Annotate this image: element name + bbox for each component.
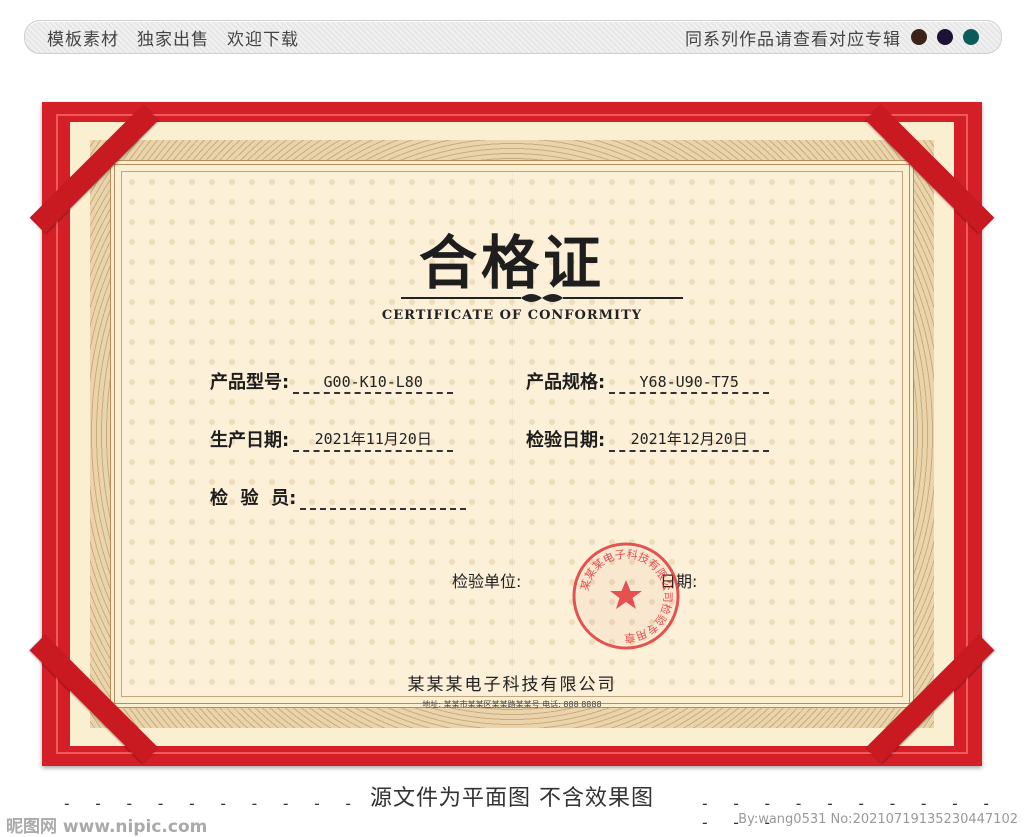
production-date-label: 生产日期: [210, 430, 290, 451]
field-spec: 产品规格: Y68-U90-T75 [526, 368, 770, 394]
certificate-paper: 合格证 CERTIFICATE OF CONFORMITY 产品型号: G00-… [70, 122, 954, 746]
banner-text-download: 欢迎下载 [227, 29, 299, 50]
spec-label: 产品规格: [526, 372, 606, 393]
inspector-value [300, 489, 467, 510]
official-seal: 某某某电子科技有限公司检验专用章 [572, 542, 680, 650]
field-inspection-date: 检验日期: 2021年12月20日 [526, 426, 770, 452]
field-model: 产品型号: G00-K10-L80 [210, 368, 454, 394]
banner-text-series: 同系列作品请查看对应专辑 [685, 29, 901, 50]
certificate-title: 合格证 [418, 229, 605, 297]
inspection-date-value: 2021年12月20日 [609, 428, 770, 452]
banner-text-material: 模板素材 [47, 29, 119, 50]
banner-right-group: 同系列作品请查看对应专辑 [685, 21, 901, 53]
field-inspector: 检 验 员: [210, 484, 467, 510]
model-value: G00-K10-L80 [293, 373, 454, 394]
inspection-unit-label: 检验单位: [452, 572, 522, 591]
top-banner: 模板素材 独家出售 欢迎下载 同系列作品请查看对应专辑 [24, 20, 1002, 54]
title-ornament [401, 294, 683, 302]
inspector-label: 检 验 员: [210, 488, 297, 509]
color-dots [911, 29, 979, 45]
inspection-date-label: 检验日期: [526, 430, 606, 451]
banner-text-exclusive: 独家出售 [137, 29, 209, 50]
spec-value: Y68-U90-T75 [609, 373, 770, 394]
production-date-value: 2021年11月20日 [293, 428, 454, 452]
company-address: 地址: 某某市某某区某某路某某号 电话: 888 8888 [422, 700, 602, 709]
color-dot-brown [911, 29, 927, 45]
certificate-subtitle: CERTIFICATE OF CONFORMITY [381, 308, 643, 323]
color-dot-teal [963, 29, 979, 45]
color-dot-indigo [937, 29, 953, 45]
field-production-date: 生产日期: 2021年11月20日 [210, 426, 454, 452]
model-label: 产品型号: [210, 372, 290, 393]
watermark-left: 昵图网 www.nipic.com [6, 817, 208, 837]
banner-left-group: 模板素材 独家出售 欢迎下载 [47, 21, 299, 53]
company-name: 某某某电子科技有限公司 [407, 675, 617, 695]
watermark-right: By:wang0531 No:20210719135230447102 [738, 812, 1018, 827]
certificate-frame: 合格证 CERTIFICATE OF CONFORMITY 产品型号: G00-… [29, 102, 995, 766]
